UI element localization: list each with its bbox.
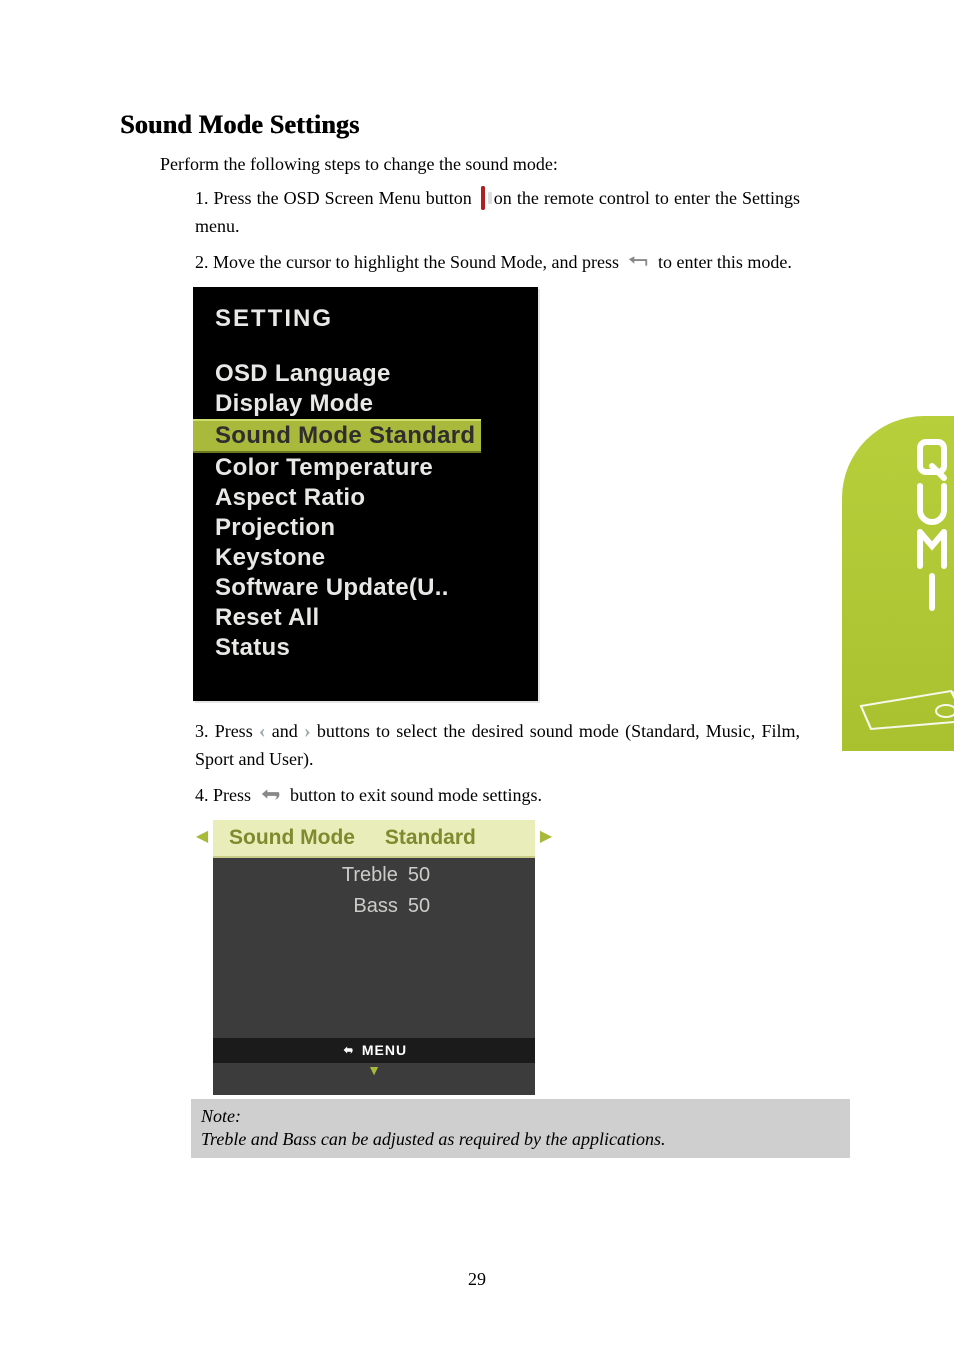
step-1-text-a: 1. Press the OSD Screen Menu button bbox=[195, 188, 477, 208]
back-icon bbox=[260, 783, 282, 809]
left-chevron-icon: ‹ bbox=[259, 720, 266, 742]
step-2: 2. Move the cursor to highlight the Soun… bbox=[195, 249, 800, 277]
setting-item[interactable]: Display Mode bbox=[193, 389, 538, 419]
right-chevron-icon: › bbox=[304, 720, 311, 742]
setting-item[interactable]: Keystone bbox=[193, 543, 538, 573]
intro-text: Perform the following steps to change th… bbox=[160, 154, 800, 175]
submenu-row-label: Bass bbox=[318, 895, 398, 918]
setting-panel-items: OSD LanguageDisplay ModeSound Mode Stand… bbox=[193, 359, 538, 663]
submenu-row-value: 50 bbox=[408, 864, 430, 886]
step-4: 4. Press button to exit sound mode setti… bbox=[195, 782, 800, 810]
setting-item[interactable]: Aspect Ratio bbox=[193, 483, 538, 513]
note-box: Note: Treble and Bass can be adjusted as… bbox=[191, 1099, 850, 1158]
setting-item[interactable]: Color Temperature bbox=[193, 453, 538, 483]
setting-item[interactable]: Projection bbox=[193, 513, 538, 543]
step-3: 3. Press ‹ and › buttons to select the d… bbox=[195, 717, 800, 772]
submenu-left-arrow-icon: ◀ bbox=[191, 820, 213, 1095]
step-1: 1. Press the OSD Screen Menu button on t… bbox=[195, 185, 800, 239]
note-title: Note: bbox=[201, 1105, 840, 1128]
setting-panel-title: SETTING bbox=[215, 305, 538, 333]
setting-item[interactable]: Software Update(U.. bbox=[193, 573, 538, 603]
submenu-row-label: Treble bbox=[318, 864, 398, 887]
return-icon bbox=[341, 1043, 355, 1060]
setting-item[interactable]: Reset All bbox=[193, 603, 538, 633]
submenu-header-value: Standard bbox=[385, 826, 476, 849]
submenu-row[interactable]: Bass 50 bbox=[213, 889, 535, 920]
submenu-row[interactable]: Treble 50 bbox=[213, 858, 535, 889]
submenu-panel: ◀ Sound Mode Standard Treble 50 Bass 50 MEN… bbox=[191, 820, 800, 1095]
brand-logo bbox=[842, 436, 954, 621]
submenu-header[interactable]: Sound Mode Standard bbox=[213, 820, 535, 858]
submenu-down-arrow-icon: ▼ bbox=[213, 1063, 535, 1077]
osd-menu-icon bbox=[481, 185, 485, 211]
setting-item[interactable]: Sound Mode Standard bbox=[193, 419, 481, 453]
submenu-footer-label: MENU bbox=[362, 1042, 407, 1058]
section-heading: Sound Mode Settings bbox=[120, 110, 800, 140]
setting-item[interactable]: Status bbox=[193, 633, 538, 663]
submenu-header-label: Sound Mode bbox=[229, 826, 379, 850]
brand-tab bbox=[842, 416, 954, 751]
setting-item[interactable]: OSD Language bbox=[193, 359, 538, 389]
projector-illustration bbox=[856, 661, 954, 741]
step-4-text-a: 4. Press bbox=[195, 785, 256, 805]
step-3-text-b: and bbox=[272, 721, 304, 741]
step-4-text-b: button to exit sound mode settings. bbox=[290, 785, 542, 805]
setting-panel: SETTING OSD LanguageDisplay ModeSound Mo… bbox=[193, 287, 538, 701]
submenu-right-arrow-icon: ▶ bbox=[535, 820, 557, 1095]
submenu-footer[interactable]: MENU bbox=[213, 1038, 535, 1063]
step-2-text-b: to enter this mode. bbox=[658, 252, 792, 272]
step-2-text-a: 2. Move the cursor to highlight the Soun… bbox=[195, 252, 623, 272]
note-text: Treble and Bass can be adjusted as requi… bbox=[201, 1128, 840, 1151]
page-number: 29 bbox=[0, 1269, 954, 1290]
submenu-row-value: 50 bbox=[408, 895, 430, 917]
step-3-text-a: 3. Press bbox=[195, 721, 259, 741]
enter-icon bbox=[627, 249, 649, 275]
